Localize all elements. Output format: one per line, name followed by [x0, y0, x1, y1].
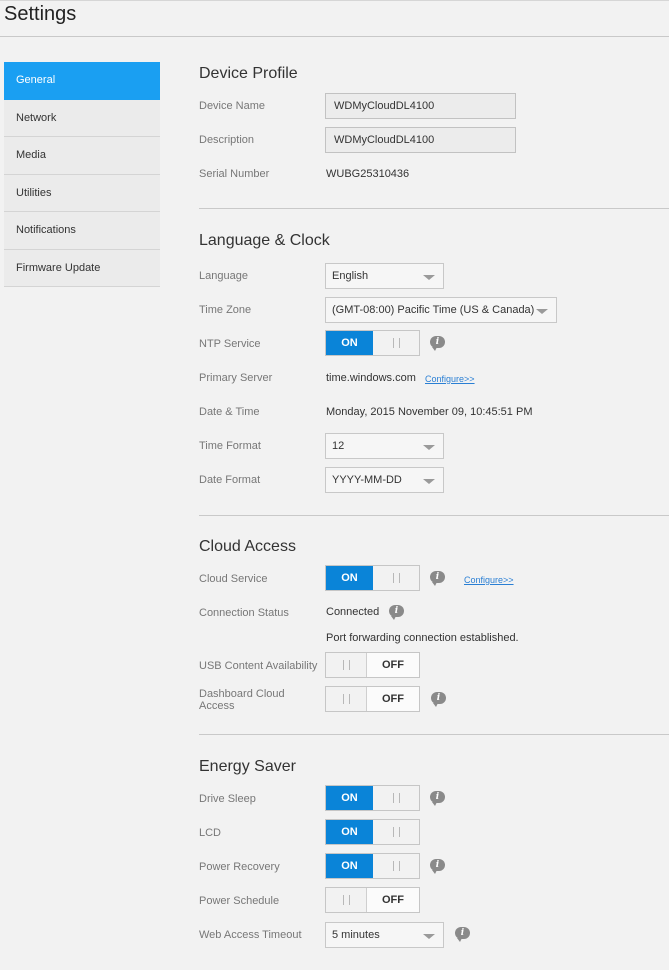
- power-recovery-label: Power Recovery: [199, 861, 280, 873]
- sidebar-item-utilities[interactable]: Utilities: [4, 174, 160, 212]
- top-rule: [0, 0, 669, 1]
- section-title-device-profile: Device Profile: [199, 65, 298, 82]
- web-access-timeout-select[interactable]: 5 minutes: [325, 922, 444, 948]
- chevron-down-icon: [536, 309, 548, 314]
- drive-sleep-label: Drive Sleep: [199, 793, 256, 805]
- section-title-language-clock: Language & Clock: [199, 232, 330, 249]
- chevron-down-icon: [423, 934, 435, 939]
- grip-icon: [393, 861, 400, 871]
- info-bubble-icon[interactable]: i: [455, 927, 470, 942]
- sidebar-item-firmware-update[interactable]: Firmware Update: [4, 249, 160, 287]
- description-input[interactable]: WDMyCloudDL4100: [325, 127, 516, 153]
- toggle-on-label: ON: [326, 566, 373, 590]
- port-forwarding-status: Port forwarding connection established.: [326, 632, 519, 644]
- language-label: Language: [199, 270, 248, 282]
- section-divider: [199, 208, 669, 209]
- chevron-down-icon: [423, 479, 435, 484]
- date-time-label: Date & Time: [199, 406, 260, 418]
- device-name-label: Device Name: [199, 100, 266, 112]
- web-access-timeout-label: Web Access Timeout: [199, 929, 302, 941]
- sidebar-item-general[interactable]: General: [4, 62, 160, 100]
- info-bubble-icon[interactable]: i: [431, 692, 446, 707]
- info-bubble-icon[interactable]: i: [430, 859, 445, 874]
- toggle-on-label: ON: [326, 854, 373, 878]
- cloud-service-toggle[interactable]: ON: [325, 565, 420, 591]
- page-title: Settings: [4, 3, 77, 25]
- toggle-off-label: OFF: [367, 888, 419, 912]
- section-title-cloud-access: Cloud Access: [199, 538, 296, 555]
- toggle-off-label: OFF: [367, 653, 419, 677]
- cloud-service-label: Cloud Service: [199, 573, 268, 585]
- ntp-service-label: NTP Service: [199, 338, 261, 350]
- device-name-input[interactable]: WDMyCloudDL4100: [325, 93, 516, 119]
- sidebar: General Network Media Utilities Notifica…: [4, 62, 160, 287]
- grip-icon: [343, 660, 350, 670]
- connection-status-value: Connected: [326, 606, 380, 618]
- date-format-select[interactable]: YYYY-MM-DD: [325, 467, 444, 493]
- info-bubble-icon[interactable]: i: [389, 605, 404, 620]
- time-format-label: Time Format: [199, 440, 261, 452]
- configure-ntp-link[interactable]: Configure>>: [425, 374, 475, 384]
- toggle-on-label: ON: [326, 331, 373, 355]
- usb-content-availability-label: USB Content Availability: [199, 660, 318, 672]
- section-divider: [199, 515, 669, 516]
- info-bubble-icon[interactable]: i: [430, 791, 445, 806]
- grip-icon: [393, 793, 400, 803]
- time-format-select[interactable]: 12: [325, 433, 444, 459]
- usb-content-availability-toggle[interactable]: OFF: [325, 652, 420, 678]
- date-format-select-value: YYYY-MM-DD: [332, 474, 402, 486]
- chevron-down-icon: [423, 275, 435, 280]
- time-format-select-value: 12: [332, 440, 345, 452]
- chevron-down-icon: [423, 445, 435, 450]
- time-zone-label: Time Zone: [199, 304, 252, 316]
- power-recovery-toggle[interactable]: ON: [325, 853, 420, 879]
- section-divider: [199, 734, 669, 735]
- sidebar-item-media[interactable]: Media: [4, 137, 160, 175]
- language-select[interactable]: English: [325, 263, 444, 289]
- description-label: Description: [199, 134, 255, 146]
- serial-number-value: WUBG25310436: [326, 168, 410, 180]
- grip-icon: [393, 827, 400, 837]
- language-select-value: English: [332, 270, 369, 282]
- grip-icon: [343, 895, 350, 905]
- ntp-service-toggle[interactable]: ON: [325, 330, 420, 356]
- web-access-timeout-select-value: 5 minutes: [332, 929, 380, 941]
- toggle-off-label: OFF: [367, 687, 419, 711]
- grip-icon: [393, 573, 400, 583]
- drive-sleep-toggle[interactable]: ON: [325, 785, 420, 811]
- primary-server-value: time.windows.com: [326, 372, 416, 384]
- dashboard-cloud-access-toggle[interactable]: OFF: [325, 686, 420, 712]
- dashboard-cloud-access-label: Dashboard Cloud Access: [199, 688, 285, 712]
- lcd-toggle[interactable]: ON: [325, 819, 420, 845]
- info-bubble-icon[interactable]: i: [430, 336, 445, 351]
- time-zone-select-value: (GMT-08:00) Pacific Time (US & Canada): [332, 304, 535, 316]
- connection-status-label: Connection Status: [199, 607, 289, 619]
- date-time-value: Monday, 2015 November 09, 10:45:51 PM: [326, 406, 533, 418]
- configure-cloud-link[interactable]: Configure>>: [464, 575, 514, 585]
- grip-icon: [343, 694, 350, 704]
- sidebar-item-network[interactable]: Network: [4, 99, 160, 137]
- power-schedule-toggle[interactable]: OFF: [325, 887, 420, 913]
- time-zone-select[interactable]: (GMT-08:00) Pacific Time (US & Canada): [325, 297, 557, 323]
- sidebar-item-notifications[interactable]: Notifications: [4, 212, 160, 250]
- grip-icon: [393, 338, 400, 348]
- title-divider: [0, 36, 669, 37]
- toggle-on-label: ON: [326, 820, 373, 844]
- section-title-energy-saver: Energy Saver: [199, 758, 296, 775]
- primary-server-label: Primary Server: [199, 372, 273, 384]
- serial-number-label: Serial Number: [199, 168, 270, 180]
- lcd-label: LCD: [199, 827, 222, 839]
- toggle-on-label: ON: [326, 786, 373, 810]
- power-schedule-label: Power Schedule: [199, 895, 280, 907]
- date-format-label: Date Format: [199, 474, 261, 486]
- info-bubble-icon[interactable]: i: [430, 571, 445, 586]
